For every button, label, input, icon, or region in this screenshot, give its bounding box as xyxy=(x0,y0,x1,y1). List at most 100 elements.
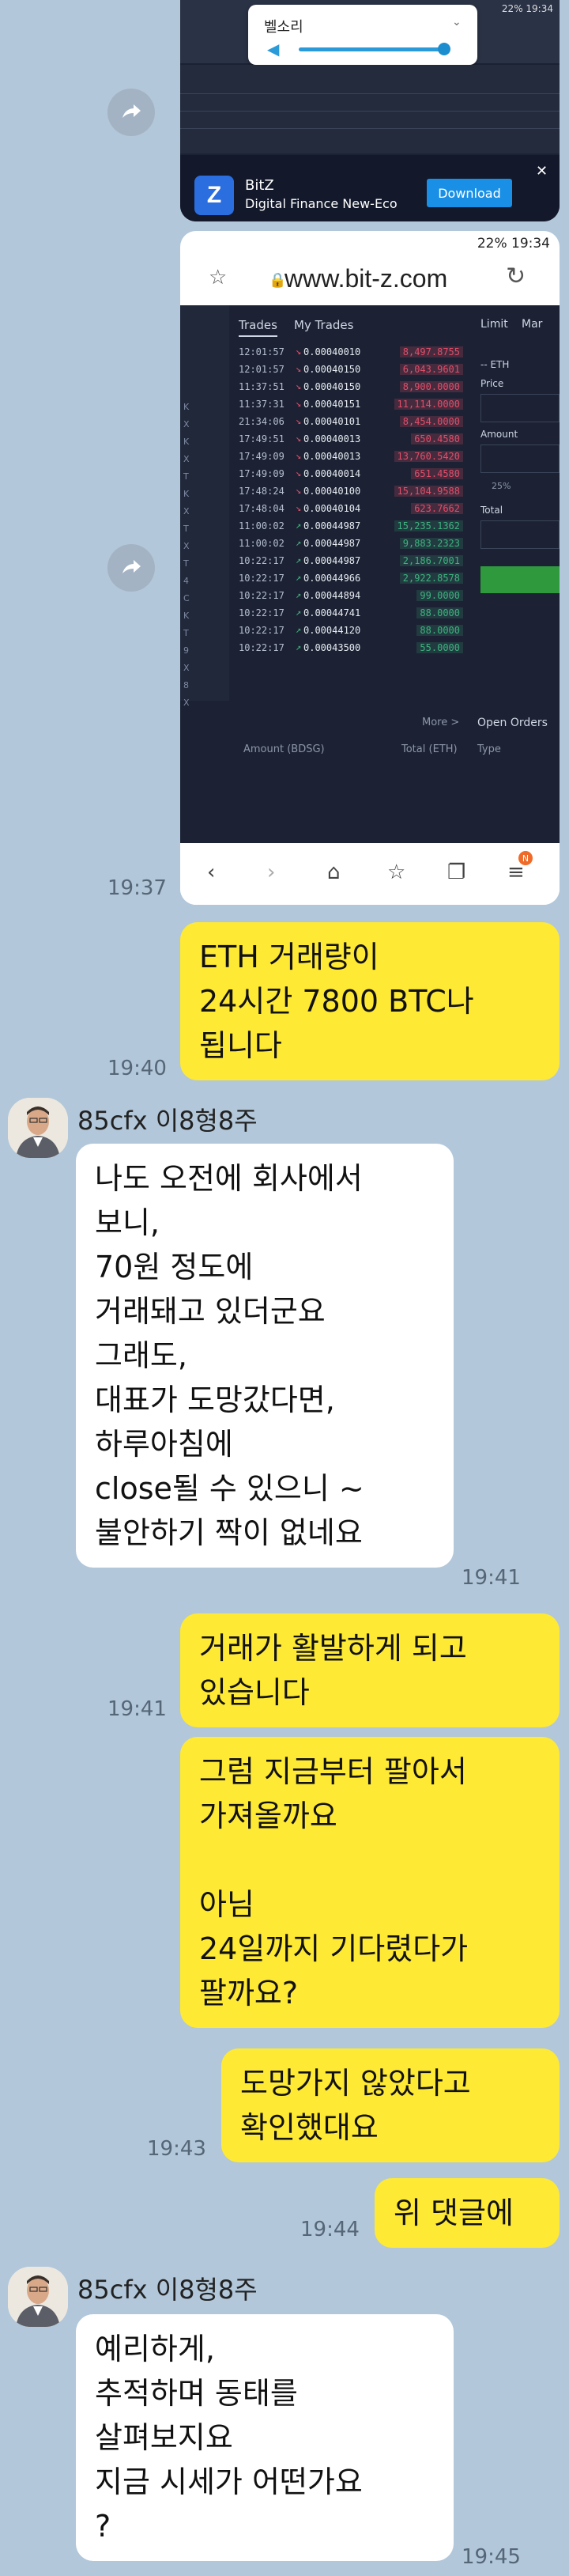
tab-trades: Trades xyxy=(239,318,277,337)
trade-price: 0.00044987 xyxy=(303,538,361,549)
message-line: 거래돼고 있더군요 xyxy=(95,1294,326,1329)
trade-price: 0.00040104 xyxy=(303,503,361,514)
speaker-icon: ◀ xyxy=(267,40,280,59)
trade-price: 0.00040013 xyxy=(303,433,361,444)
amount-label: Amount xyxy=(480,429,518,440)
message-time: 19:40 xyxy=(107,1057,167,1080)
avatar[interactable] xyxy=(8,1098,68,1158)
arrow-down-icon: ↘ xyxy=(296,363,302,374)
message-line: 추적하며 동태를 xyxy=(95,2376,298,2411)
market-item-label: K xyxy=(183,437,190,447)
avatar[interactable] xyxy=(8,2267,68,2327)
trade-row: 11:37:31 ↘ 0.00040151 11,114.0000 xyxy=(232,395,466,413)
screenshot-image-2[interactable]: 22% 19:34 ☆ 🔒 www.bit-z.com ↻ Trades My … xyxy=(180,231,560,905)
ad-subtitle: Digital Finance New-Eco xyxy=(245,196,398,211)
message-time: 19:37 xyxy=(107,876,167,900)
trade-amount: 88.0000 xyxy=(416,607,463,618)
message-bubble[interactable]: 거래가 활발하게 되고 있습니다 xyxy=(180,1613,560,1727)
message-line: 하루아침에 xyxy=(95,1427,233,1462)
trade-amount: 6,043.9601 xyxy=(399,364,463,375)
trade-time: 17:49:51 xyxy=(239,433,284,444)
arrow-down-icon: ↘ xyxy=(296,380,302,392)
trade-row: 17:49:09 ↘ 0.00040013 13,760.5420 xyxy=(232,448,466,465)
trade-price: 0.00044966 xyxy=(303,573,361,584)
message-bubble[interactable]: 예리하게, 추적하며 동태를 살펴보지요 지금 시세가 어떤가요? xyxy=(76,2314,454,2561)
status-bar: 22% 19:34 xyxy=(501,3,553,14)
trade-amount: 99.0000 xyxy=(416,590,463,601)
trade-row: 11:00:02 ↗ 0.00044987 15,235.1362 xyxy=(232,517,466,535)
price-label: Price xyxy=(480,378,504,389)
exchange-table xyxy=(180,65,560,153)
message-line xyxy=(199,1838,541,1882)
market-item-label: T xyxy=(183,628,189,638)
trade-amount: 8,497.8755 xyxy=(399,346,463,357)
trade-row: 21:34:06 ↘ 0.00040101 8,454.0000 xyxy=(232,413,466,430)
arrow-up-icon: ↗ xyxy=(296,520,302,531)
message-line: ? xyxy=(95,2509,111,2544)
trade-time: 17:49:09 xyxy=(239,468,284,479)
message-time: 19:41 xyxy=(107,1697,167,1721)
market-list xyxy=(180,305,229,701)
trade-price: 0.00044741 xyxy=(303,607,361,618)
share-button[interactable] xyxy=(107,89,155,136)
share-button[interactable] xyxy=(107,544,155,592)
message-line: 위 댓글에 xyxy=(394,2196,514,2230)
message-bubble[interactable]: ETH 거래량이 24시간 7800 BTC나 됩니다 xyxy=(180,922,560,1080)
trade-time: 17:48:24 xyxy=(239,486,284,497)
trade-time: 17:48:04 xyxy=(239,503,284,514)
tab-limit: Limit xyxy=(480,318,508,331)
arrow-down-icon: ↘ xyxy=(296,398,302,409)
message-line: close될 수 있으니 ~ xyxy=(95,1471,364,1506)
trade-price: 0.00044987 xyxy=(303,555,361,566)
forward-icon: › xyxy=(267,861,276,884)
arrow-up-icon: ↗ xyxy=(296,572,302,583)
open-orders-title: Open Orders xyxy=(477,717,548,729)
trade-time: 11:00:02 xyxy=(239,538,284,549)
trade-price: 0.00040010 xyxy=(303,346,361,357)
trade-time: 21:34:06 xyxy=(239,416,284,427)
back-icon: ‹ xyxy=(207,861,216,884)
trade-time: 10:22:17 xyxy=(239,590,284,601)
arrow-down-icon: ↘ xyxy=(296,415,302,426)
share-icon xyxy=(122,104,141,118)
trade-row: 10:22:17 ↗ 0.00044987 2,186.7001 xyxy=(232,552,466,569)
market-item-label: T xyxy=(183,524,189,534)
trade-amount: 650.4580 xyxy=(411,433,463,444)
message-time: 19:41 xyxy=(462,1566,521,1590)
reload-icon: ↻ xyxy=(506,263,526,290)
amount-col-header: Amount (BDSG) xyxy=(243,743,325,755)
message-bubble[interactable]: 그럼 지금부터 팔아서 가져올까요 아님 24일까지 기다렸다가 팔까요? xyxy=(180,1737,560,2028)
message-bubble[interactable]: 나도 오전에 회사에서 보니, 70원 정도에 거래돼고 있더군요 그래도, 대표가 도망… xyxy=(76,1144,454,1568)
message-bubble[interactable]: 위 댓글에 xyxy=(375,2178,560,2248)
arrow-down-icon: ↘ xyxy=(296,346,302,357)
trade-price: 0.00044120 xyxy=(303,625,361,636)
amount-input xyxy=(480,444,560,473)
trade-amount: 15,235.1362 xyxy=(394,520,463,531)
bookmark-icon: ☆ xyxy=(387,861,406,884)
trade-price: 0.00040014 xyxy=(303,468,361,479)
arrow-up-icon: ↗ xyxy=(296,607,302,618)
volume-title: 벨소리 xyxy=(264,19,303,36)
trade-amount: 651.4580 xyxy=(411,468,463,479)
market-item-label: T xyxy=(183,558,189,569)
market-item-label: K xyxy=(183,402,190,412)
trade-amount: 2,922.8578 xyxy=(399,573,463,584)
screenshot-image-1[interactable]: 22% 19:34 벨소리 ◀ ⌄ Z BitZ Digital Finance… xyxy=(180,0,560,221)
market-item-label: T xyxy=(183,471,189,482)
arrow-down-icon: ↘ xyxy=(296,502,302,513)
message-line: 확인했대요 xyxy=(240,2110,379,2145)
message-line: 거래가 활발하게 되고 xyxy=(199,1631,467,1666)
trade-time: 10:22:17 xyxy=(239,607,284,618)
message-line: 보니, xyxy=(95,1205,160,1240)
trade-row: 10:22:17 ↗ 0.00043500 55.0000 xyxy=(232,639,466,656)
market-item-label: 9 xyxy=(183,645,189,656)
trade-price: 0.00040101 xyxy=(303,416,361,427)
message-time: 19:44 xyxy=(300,2218,360,2241)
message-line: 팔까요? xyxy=(199,1976,299,2010)
trade-time: 11:00:02 xyxy=(239,520,284,531)
message-bubble[interactable]: 도망가지 않았다고 확인했대요 xyxy=(221,2048,560,2162)
share-icon xyxy=(122,560,141,573)
trade-row: 17:49:51 ↘ 0.00040013 650.4580 xyxy=(232,430,466,448)
trade-row: 17:48:04 ↘ 0.00040104 623.7662 xyxy=(232,500,466,517)
trade-row: 17:49:09 ↘ 0.00040014 651.4580 xyxy=(232,465,466,482)
